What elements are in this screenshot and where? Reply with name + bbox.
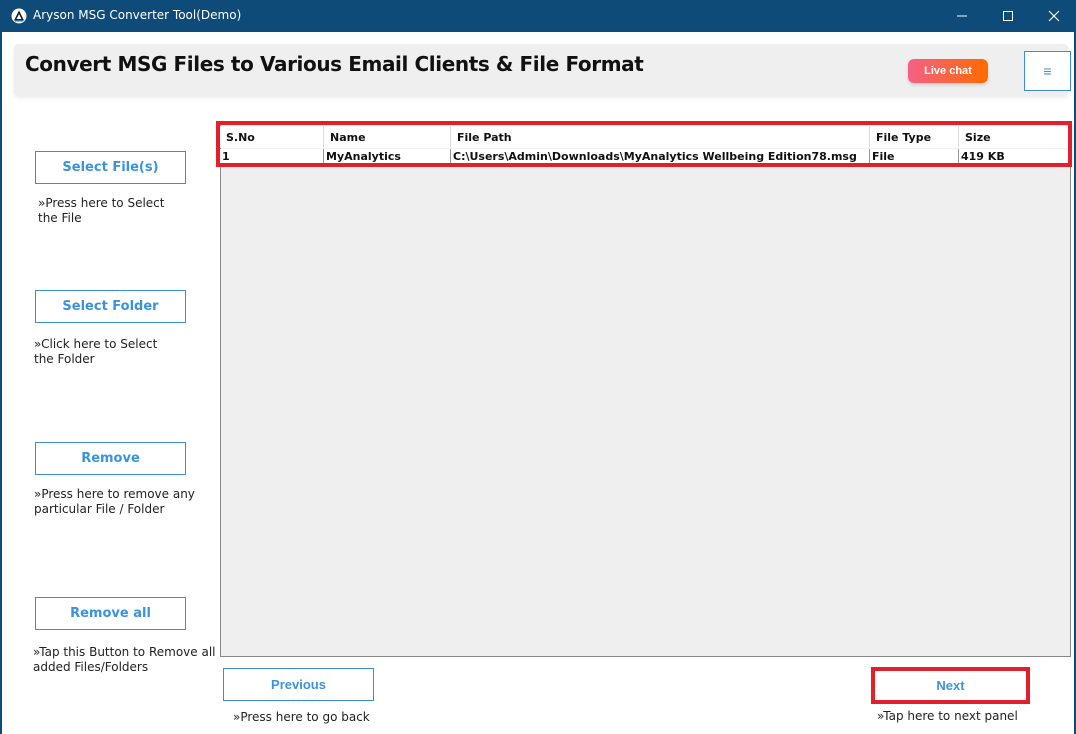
aryson-logo-icon	[11, 8, 27, 24]
hamburger-menu-icon: ≡	[1043, 63, 1052, 79]
hint-line: the File	[38, 211, 82, 225]
window-title: Aryson MSG Converter Tool(Demo)	[33, 8, 242, 22]
file-list-grid[interactable]	[220, 121, 1071, 657]
hint-line: »Press here to remove any	[34, 487, 195, 501]
remove-button[interactable]: Remove	[35, 442, 186, 475]
hint-line: particular File / Folder	[34, 502, 165, 516]
remove-hint: »Press here to remove any particular Fil…	[34, 487, 214, 517]
close-icon	[1048, 10, 1060, 22]
remove-all-hint: »Tap this Button to Remove all added Fil…	[33, 645, 218, 675]
maximize-button[interactable]	[985, 0, 1031, 32]
minimize-icon	[957, 15, 967, 17]
app-window: Aryson MSG Converter Tool(Demo) Convert …	[0, 0, 1076, 734]
select-folder-button[interactable]: Select Folder	[35, 290, 186, 323]
hint-line: the Folder	[34, 352, 95, 366]
maximize-icon	[1003, 11, 1013, 21]
next-hint: »Tap here to next panel	[877, 709, 1018, 723]
next-button[interactable]: Next	[875, 671, 1026, 700]
hint-line: »Tap this Button to Remove all	[33, 645, 216, 659]
menu-button[interactable]: ≡	[1024, 51, 1071, 91]
title-bar: Aryson MSG Converter Tool(Demo)	[2, 0, 1076, 32]
hint-line: »Press here to Select	[38, 196, 165, 210]
table-highlight-box	[216, 121, 1072, 167]
header-panel: Convert MSG Files to Various Email Clien…	[14, 44, 1071, 96]
page-title: Convert MSG Files to Various Email Clien…	[25, 52, 644, 76]
remove-all-button[interactable]: Remove all	[35, 597, 186, 630]
select-folder-hint: »Click here to Select the Folder	[34, 337, 214, 367]
select-files-button[interactable]: Select File(s)	[35, 151, 186, 184]
hint-line: »Click here to Select	[34, 337, 158, 351]
live-chat-button[interactable]: Live chat	[908, 59, 988, 83]
previous-hint: »Press here to go back	[233, 710, 370, 724]
previous-button[interactable]: Previous	[223, 668, 374, 701]
close-button[interactable]	[1031, 0, 1076, 32]
hint-line: added Files/Folders	[33, 660, 149, 674]
select-files-hint: »Press here to Select the File	[38, 196, 218, 226]
minimize-button[interactable]	[939, 0, 985, 32]
